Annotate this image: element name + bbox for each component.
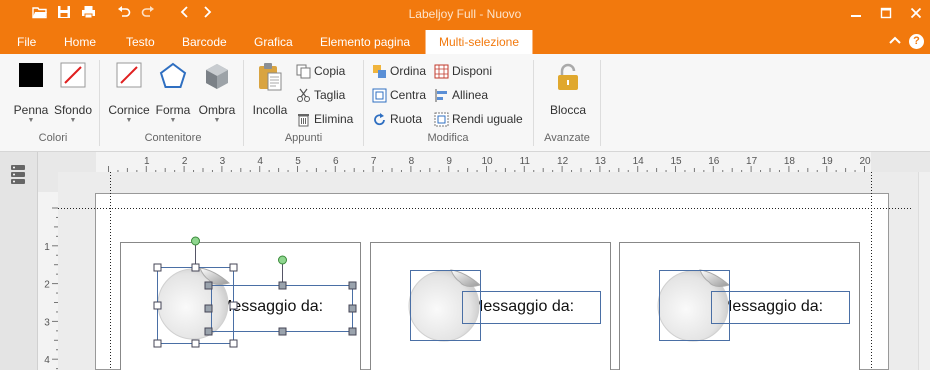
label-objects <box>153 236 850 348</box>
rotation-handle[interactable] <box>191 236 200 246</box>
text-frame-2 <box>462 291 601 324</box>
text-frame-3 <box>711 291 850 324</box>
rotation-handle[interactable] <box>278 255 287 265</box>
sticker-image-3[interactable] <box>657 269 731 342</box>
sticker-image-2[interactable] <box>408 269 482 342</box>
sticker-image-1[interactable] <box>157 267 231 340</box>
